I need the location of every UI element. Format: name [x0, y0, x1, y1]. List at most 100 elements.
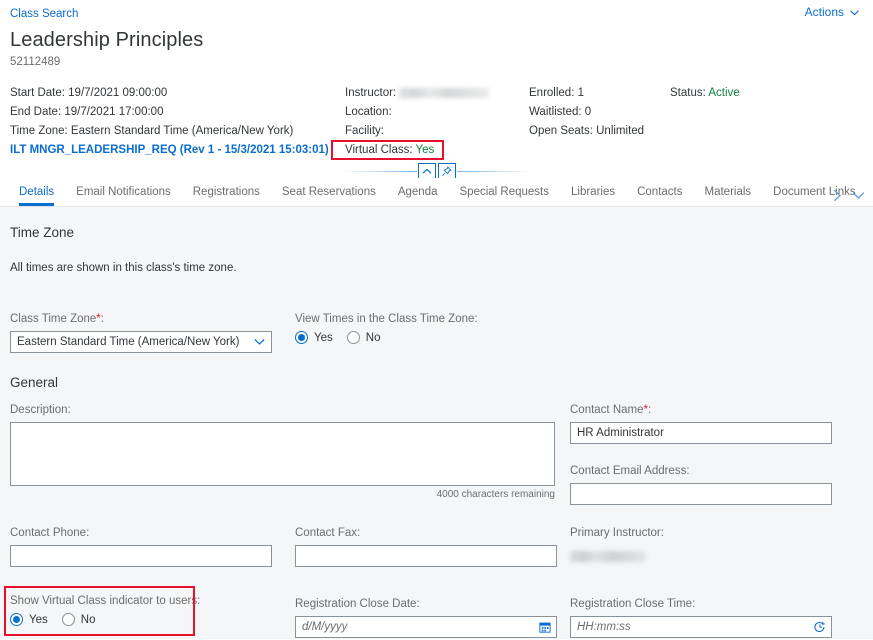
- class-time-zone-select[interactable]: Eastern Standard Time (America/New York): [10, 331, 272, 353]
- section-title-general: General: [10, 375, 59, 390]
- radio-dot-icon: [295, 331, 308, 344]
- primary-instructor-label: Primary Instructor:: [570, 527, 664, 539]
- registration-close-date-input[interactable]: d/M/yyyy: [295, 616, 557, 638]
- radio-dot-icon: [61, 613, 75, 626]
- details-form: Time Zone All times are shown in this cl…: [0, 207, 873, 639]
- view-times-label: View Times in the Class Time Zone:: [295, 313, 478, 325]
- field-registration-close-date: Registration Close Date: d/M/yyyy: [295, 596, 557, 638]
- contact-fax-input[interactable]: [295, 545, 557, 567]
- field-contact-fax: Contact Fax:: [295, 525, 557, 567]
- breadcrumb-class-search[interactable]: Class Search: [10, 6, 859, 22]
- chevron-down-icon: [254, 339, 265, 346]
- fact-waitlisted: Waitlisted: 0: [529, 106, 592, 118]
- class-time-zone-label: Class Time Zone*:: [10, 313, 104, 325]
- tab-special-requests[interactable]: Special Requests: [449, 185, 561, 206]
- header-facts-column-instructor: Instructor: Location: Facility: Virtual …: [345, 84, 490, 160]
- class-time-zone-label-text: Class Time Zone: [10, 313, 97, 325]
- tab-bar: Details Email Notifications Registration…: [0, 178, 873, 207]
- description-textarea[interactable]: [10, 422, 555, 486]
- section-title-general-wrap: General: [10, 374, 58, 392]
- fact-time-zone: Time Zone: Eastern Standard Time (Americ…: [10, 125, 294, 137]
- collapse-header-button[interactable]: [417, 162, 436, 180]
- field-class-time-zone: Class Time Zone*: Eastern Standard Time …: [10, 311, 272, 353]
- show-virtual-class-no-label: No: [80, 613, 96, 626]
- clock-icon[interactable]: [813, 621, 826, 634]
- header-facts-column-seats: Enrolled: 1 Waitlisted: 0 Open Seats: Un…: [529, 84, 644, 141]
- show-virtual-class-radio-yes[interactable]: Yes: [10, 613, 48, 626]
- fact-start-date: Start Date: 19/7/2021 09:00:00: [10, 87, 168, 99]
- object-page-header: Class Search Actions Leadership Principl…: [0, 0, 873, 180]
- contact-name-label-text: Contact Name: [570, 404, 644, 416]
- pin-header-button[interactable]: [437, 162, 456, 180]
- tab-registrations[interactable]: Registrations: [182, 185, 271, 206]
- field-registration-close-time: Registration Close Time: HH:mm:ss: [570, 596, 832, 638]
- actions-menu-button[interactable]: Actions: [805, 5, 859, 19]
- tab-materials[interactable]: Materials: [694, 185, 763, 206]
- tab-seat-reservations[interactable]: Seat Reservations: [271, 185, 387, 206]
- show-virtual-class-label: Show Virtual Class indicator to users:: [10, 595, 201, 607]
- fact-instructor: Instructor:: [345, 84, 490, 103]
- show-virtual-class-radio-no[interactable]: No: [61, 613, 96, 626]
- contact-email-input[interactable]: [570, 483, 832, 505]
- toolbar-divider-right: [456, 170, 532, 172]
- field-contact-email: Contact Email Address:: [570, 463, 832, 505]
- chevron-down-icon: [850, 5, 859, 19]
- status-badge: Active: [708, 87, 740, 99]
- fact-facility: Facility:: [345, 125, 384, 137]
- field-show-virtual-class-indicator: Show Virtual Class indicator to users: Y…: [10, 593, 200, 626]
- fact-status-label: Status:: [670, 87, 706, 99]
- view-times-yes-label: Yes: [314, 331, 333, 344]
- chevron-right-icon[interactable]: [833, 189, 842, 202]
- field-contact-phone: Contact Phone:: [10, 525, 272, 567]
- page-title: Leadership Principles: [10, 29, 204, 51]
- fact-status: Status: Active: [670, 84, 740, 103]
- tab-contacts[interactable]: Contacts: [626, 185, 693, 206]
- show-virtual-class-yes-label: Yes: [29, 613, 48, 626]
- header-facts-column-status: Status: Active: [670, 84, 740, 103]
- required-asterisk: *: [96, 313, 101, 325]
- time-zone-helper-text: All times are shown in this class's time…: [10, 262, 237, 274]
- view-times-radio-group: Yes No: [295, 331, 478, 344]
- contact-name-input[interactable]: HR Administrator: [570, 422, 832, 444]
- contact-phone-label: Contact Phone:: [10, 527, 90, 539]
- view-times-radio-yes[interactable]: Yes: [295, 331, 333, 344]
- class-details-page: Class Search Actions Leadership Principl…: [0, 0, 873, 640]
- fact-end-date: End Date: 19/7/2021 17:00:00: [10, 106, 164, 118]
- view-times-radio-no[interactable]: No: [346, 331, 381, 344]
- fact-location: Location:: [345, 106, 392, 118]
- field-view-times-in-class-time-zone: View Times in the Class Time Zone: Yes N…: [295, 311, 478, 344]
- contact-phone-input[interactable]: [10, 545, 272, 567]
- tab-email-notifications[interactable]: Email Notifications: [65, 185, 182, 206]
- tab-libraries[interactable]: Libraries: [560, 185, 626, 206]
- class-time-zone-value: Eastern Standard Time (America/New York): [17, 336, 240, 348]
- tab-agenda[interactable]: Agenda: [387, 185, 449, 206]
- radio-dot-icon: [346, 331, 360, 344]
- contact-name-value: HR Administrator: [577, 427, 664, 439]
- radio-dot-icon: [10, 613, 23, 626]
- section-title-time-zone: Time Zone: [10, 225, 75, 240]
- tab-overflow-chevron-down-icon[interactable]: [852, 191, 865, 200]
- fact-virtual-class-value: Yes: [415, 144, 435, 156]
- calendar-icon[interactable]: [539, 621, 551, 633]
- registration-close-time-input[interactable]: HH:mm:ss: [570, 616, 832, 638]
- tab-overflow-controls: [833, 189, 869, 202]
- registration-close-time-label: Registration Close Time:: [570, 598, 696, 610]
- view-times-no-label: No: [365, 331, 381, 344]
- fact-open-seats: Open Seats: Unlimited: [529, 125, 645, 137]
- show-virtual-class-radio-group: Yes No: [10, 613, 200, 626]
- curriculum-link[interactable]: ILT MNGR_LEADERSHIP_REQ (Rev 1 - 15/3/20…: [10, 141, 329, 160]
- field-contact-name: Contact Name*: HR Administrator: [570, 402, 832, 444]
- page-subtitle-id: 52112489: [10, 56, 61, 68]
- registration-close-time-placeholder: HH:mm:ss: [577, 621, 631, 633]
- actions-menu-label: Actions: [804, 5, 844, 19]
- tab-details[interactable]: Details: [8, 185, 65, 206]
- primary-instructor-redacted-value: [570, 550, 646, 562]
- contact-email-label: Contact Email Address:: [570, 465, 690, 477]
- fact-instructor-label: Instructor:: [345, 87, 397, 99]
- instructor-redacted-value: [399, 87, 490, 98]
- description-characters-remaining: 4000 characters remaining: [436, 489, 555, 500]
- contact-name-label: Contact Name*:: [570, 404, 652, 416]
- contact-fax-label: Contact Fax:: [295, 527, 361, 539]
- fact-enrolled: Enrolled: 1: [529, 87, 584, 99]
- title-block: Leadership Principles 52112489: [10, 27, 859, 71]
